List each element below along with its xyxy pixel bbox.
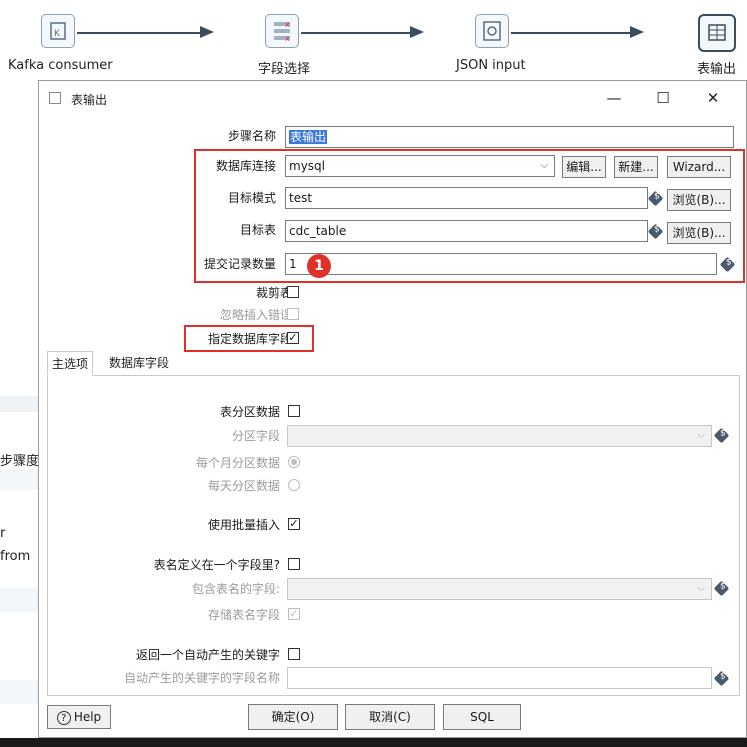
highlight-box-specify-fields	[184, 325, 314, 352]
auto-key-field-label: 自动产生的关键字的字段名称	[123, 671, 280, 685]
svg-text:x: x	[285, 34, 290, 43]
background-panel-header	[0, 396, 40, 412]
table-name-field-select: ⌵	[287, 578, 712, 600]
minimize-button[interactable]: —	[599, 87, 629, 109]
auto-key-field-input	[287, 667, 712, 689]
dialog-titlebar[interactable]: 表输出 — ☐ ✕	[39, 81, 746, 115]
table-name-in-field-checkbox[interactable]	[288, 558, 300, 570]
tab-database-fields[interactable]: 数据库字段	[105, 351, 173, 375]
hop-line-3[interactable]	[511, 32, 636, 34]
background-panel-row	[0, 680, 40, 704]
table-output-icon	[49, 92, 61, 104]
hop-arrow-1	[200, 26, 214, 38]
table-name-in-field-label: 表名定义在一个字段里?	[153, 558, 280, 572]
maximize-button[interactable]: ☐	[648, 87, 678, 109]
batch-insert-label: 使用批量插入	[207, 518, 280, 532]
partition-daily-label: 每天分区数据	[207, 479, 280, 493]
help-button-label: Help	[73, 710, 102, 724]
kafka-consumer-icon[interactable]: K	[41, 14, 75, 48]
help-icon: ?	[56, 710, 71, 725]
ignore-errors-label: 忽略插入错误	[219, 308, 292, 322]
ignore-errors-checkbox	[287, 308, 299, 320]
step-name-input[interactable]: 表输出	[285, 126, 734, 148]
select-values-icon[interactable]: xx	[265, 14, 299, 48]
background-step-label: 步骤度	[0, 454, 40, 469]
store-table-name-checkbox: ✓	[288, 607, 300, 620]
partition-monthly-radio	[288, 456, 300, 468]
tab-main-options[interactable]: 主选项	[47, 351, 94, 376]
ok-button[interactable]: 确定(O)	[248, 704, 338, 730]
partition-checkbox[interactable]	[288, 405, 300, 417]
return-key-checkbox[interactable]	[288, 648, 300, 660]
close-button[interactable]: ✕	[698, 87, 728, 109]
node-label-table-output: 表输出	[697, 62, 737, 77]
partition-monthly-label: 每个月分区数据	[195, 456, 280, 470]
partition-field-select: ⌵	[287, 425, 712, 447]
highlight-box-connection-settings	[194, 149, 745, 283]
partition-label: 表分区数据	[219, 405, 280, 419]
hop-line-1[interactable]	[77, 32, 207, 34]
hop-line-2[interactable]	[301, 32, 416, 34]
hop-arrow-3	[630, 26, 644, 38]
dialog-title: 表输出	[71, 93, 108, 107]
partition-field-label: 分区字段	[231, 429, 280, 443]
node-label-kafka: Kafka consumer	[8, 58, 113, 73]
chevron-down-icon: ⌵	[697, 430, 705, 441]
json-input-icon[interactable]	[475, 14, 509, 48]
background-text-from: from	[0, 549, 31, 564]
table-output-icon[interactable]	[698, 14, 736, 52]
partition-daily-radio	[288, 479, 300, 491]
svg-text:K: K	[54, 29, 61, 39]
chevron-down-icon: ⌵	[697, 583, 705, 594]
step-name-label: 步骤名称	[227, 129, 276, 143]
background-panel-row	[0, 470, 40, 490]
node-label-select: 字段选择	[258, 62, 311, 77]
batch-insert-checkbox[interactable]: ✓	[288, 518, 300, 530]
svg-text:x: x	[285, 20, 290, 29]
help-button[interactable]: ? Help	[47, 705, 111, 729]
background-panel-row	[0, 588, 40, 612]
taskbar-strip	[0, 738, 747, 747]
annotation-badge: 1	[307, 254, 331, 278]
truncate-checkbox[interactable]	[287, 286, 299, 298]
table-output-dialog: 表输出 — ☐ ✕ 步骤名称 表输出 数据库连接 mysql ⌵ 编辑... 新…	[38, 80, 747, 738]
step-name-value: 表输出	[289, 130, 328, 144]
hop-arrow-2	[410, 26, 424, 38]
return-key-label: 返回一个自动产生的关键字	[135, 648, 280, 662]
table-name-field-label: 包含表名的字段:	[191, 582, 280, 596]
background-text-r: r	[0, 526, 6, 541]
node-label-json: JSON input	[456, 58, 526, 73]
sql-button[interactable]: SQL	[443, 704, 521, 730]
store-table-name-label: 存储表名字段	[207, 608, 280, 622]
cancel-button[interactable]: 取消(C)	[345, 704, 435, 730]
